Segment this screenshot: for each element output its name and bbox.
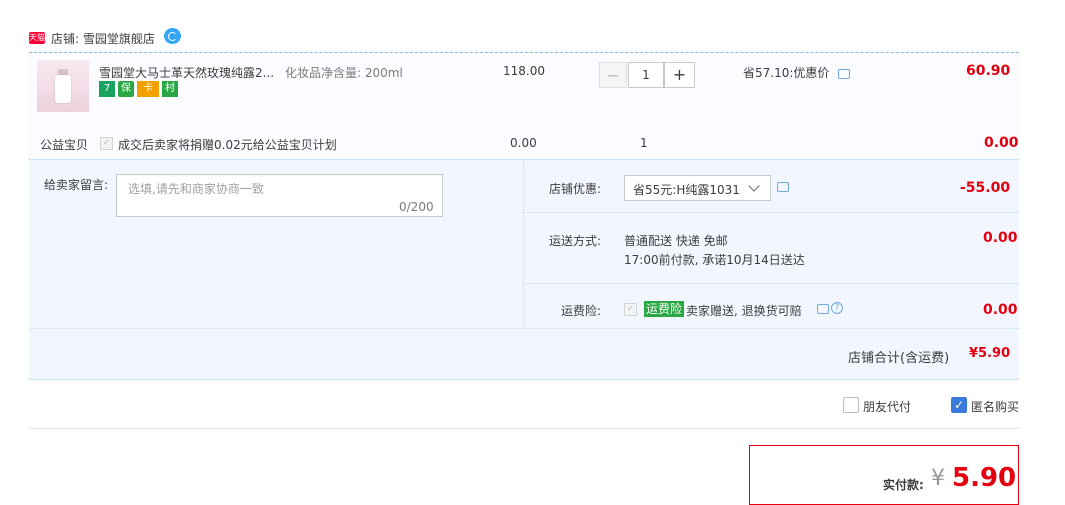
coupon-value[interactable]: 省55元:H纯露1031 <box>633 181 740 198</box>
tmall-badge: 天猫 <box>29 32 45 44</box>
insurance-checkbox: ✓ <box>624 303 637 316</box>
anonymous-label[interactable]: 匿名购买 <box>971 398 1019 415</box>
options-divider <box>29 328 1019 329</box>
service-icons: 7 保 卡 村 <box>99 81 178 97</box>
shipping-promise: 17:00前付款, 承诺10月14日送达 <box>624 253 805 267</box>
item-total: 60.90 <box>966 63 1011 79</box>
payment-label: 实付款: <box>883 478 924 492</box>
coupon-message-icon[interactable] <box>777 182 789 192</box>
charity-label: 公益宝贝 <box>40 138 89 152</box>
product-image-bottle <box>55 75 71 103</box>
promo-text: 省57.10:优惠价 <box>743 66 830 80</box>
quantity-decrease-button[interactable]: − <box>599 62 627 88</box>
friend-pay-checkbox[interactable] <box>843 397 859 413</box>
options-divider <box>523 212 1019 213</box>
insurance-message-icon[interactable] <box>817 304 829 314</box>
charity-price: 0.00 <box>510 136 537 150</box>
promo-message-icon[interactable] <box>838 69 850 79</box>
coupon-label: 店铺优惠: <box>549 182 602 196</box>
shipping-amount: 0.00 <box>983 230 1018 246</box>
unit-price: 118.00 <box>503 64 545 78</box>
help-icon[interactable]: ? <box>831 302 843 314</box>
charity-total: 0.00 <box>984 135 1019 151</box>
currency-symbol: ¥ <box>931 466 945 491</box>
options-divider <box>523 160 524 328</box>
shipping-method: 普通配送 快递 免邮 <box>624 234 728 248</box>
shipping-label: 运送方式: <box>549 234 602 248</box>
charity-quantity: 1 <box>640 136 648 150</box>
memo-placeholder: 选填,请先和商家协商一致 <box>128 182 264 196</box>
product-title[interactable]: 雪园堂大马士革天然玫瑰纯露2... <box>99 64 274 81</box>
anonymous-checkbox[interactable]: ✓ <box>951 397 967 413</box>
quantity-increase-button[interactable]: + <box>664 62 695 88</box>
charity-checkbox: ✓ <box>100 137 113 150</box>
shop-name[interactable]: 店铺: 雪园堂旗舰店 <box>51 30 155 47</box>
insurance-badge: 运费险 <box>644 301 685 317</box>
friend-pay-label[interactable]: 朋友代付 <box>863 398 911 415</box>
memo-char-count: 0/200 <box>399 200 434 214</box>
shop-total-value: ¥5.90 <box>969 346 1011 361</box>
card-payment-icon[interactable]: 卡 <box>137 81 159 97</box>
quantity-input[interactable]: 1 <box>628 62 664 88</box>
product-spec: 化妆品净含量: 200ml <box>285 66 403 80</box>
insurance-text: 卖家赠送, 退换货可赔 <box>686 304 802 318</box>
options-divider <box>523 283 1019 284</box>
coupon-amount: -55.00 <box>960 180 1011 196</box>
chat-icon[interactable] <box>164 28 181 44</box>
village-delivery-icon[interactable]: 村 <box>162 81 178 97</box>
charity-text: 成交后卖家将捐赠0.02元给公益宝贝计划 <box>118 138 337 152</box>
memo-label: 给卖家留言: <box>44 178 109 192</box>
seven-day-return-icon[interactable]: 7 <box>99 81 115 97</box>
insurance-label: 运费险: <box>561 304 602 318</box>
bottom-divider <box>29 428 1019 429</box>
guarantee-icon[interactable]: 保 <box>118 81 134 97</box>
shop-total-label: 店铺合计(含运费) <box>848 351 950 366</box>
payment-amount: 5.90 <box>952 463 1017 493</box>
insurance-amount: 0.00 <box>983 302 1018 318</box>
